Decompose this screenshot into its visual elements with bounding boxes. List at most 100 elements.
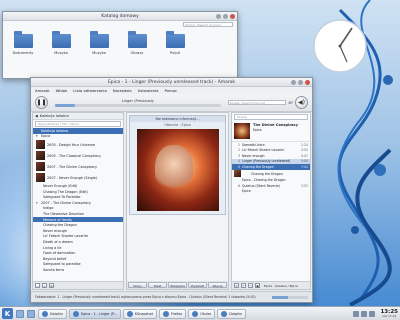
app-icon [162,310,169,317]
task-label: Dolphin [229,311,243,316]
folder-icon [127,31,147,48]
taskbar-task-button[interactable]: Okular [188,308,216,319]
folder-icon [165,31,185,48]
playlist-row[interactable]: 2 La' Fetach Shadre Lavarim 3:52 [232,148,310,154]
collection-tab-label[interactable]: Kolekcja lokalna [40,114,69,118]
collection-filter-input[interactable]: Wyszukiwanie / Filtr: Album [35,121,121,127]
task-label: Firefox [170,311,183,316]
folder-grid: Dokumenty Muzyka Muzyka Obrazy Pulpit [3,28,237,55]
dolphin-search-input[interactable]: Szukaj: [Search Source] [183,22,233,27]
menu-item[interactable]: Narzędzia [113,88,132,93]
menu-item[interactable]: Amarok [35,88,50,93]
collapse-icon[interactable]: − [35,283,40,288]
undo-icon[interactable]: ↶ [241,283,246,288]
folder-item[interactable]: Pulpit [163,31,187,55]
track-cover-thumb [234,170,241,177]
status-text: Odtwarzanie: 1 - Linger (Previously unre… [35,295,256,299]
tree-row-label: 2007 - Never Enough (Single) [47,175,98,180]
folder-item[interactable]: Muzyka [49,31,73,55]
app-icon [42,310,48,317]
back-icon[interactable]: ◀ [35,114,38,118]
playlist-row[interactable]: 1 Samadhi-Intro 1:24 [232,142,310,148]
folder-icon [51,31,71,48]
tree-row-label: 2005 - The Classical Conspiracy [47,153,102,158]
volume-button[interactable]: ◀) [295,96,308,109]
playlist-row[interactable]: Chasing the Dragon [232,170,310,178]
redo-icon[interactable]: ↷ [248,283,253,288]
playlist-num: 6 [237,183,240,188]
playlist-title: Epica [242,189,251,194]
toolbar-search-input[interactable]: Szukaj: [Search Source] [227,100,286,105]
context-tab[interactable]: Więcej [208,282,227,288]
context-tab[interactable]: Tekst [148,282,167,288]
playlist-search-input[interactable]: Szukaj [234,114,308,120]
track-progress-fill [55,103,75,107]
menu-item[interactable]: Widok [56,88,68,93]
tree-row-label: Safeguard To Paradise [43,195,81,200]
playlist-row[interactable]: 6 Quietus (Silent Reverie) 3:52 [232,183,310,189]
minimize-button[interactable] [216,14,221,19]
collection-browser-panel: ◀ Kolekcja lokalna Wyszukiwanie / Filtr:… [32,112,124,290]
now-playing-title: Linger (Previously [121,98,154,103]
menu-item[interactable]: Pomoc [165,88,178,93]
collection-tree-row[interactable]: 2005 - Design Your Universe [33,139,123,150]
battery-icon[interactable] [369,310,376,317]
collection-tree-row[interactable]: 2005 - The Classical Conspiracy [33,150,123,161]
minimize-button[interactable] [291,80,296,85]
collection-tree-row[interactable]: 2007 - Never Enough (Single) [33,172,123,183]
taskbar-task-button[interactable]: Dolphin [38,308,68,319]
track-progress-slider[interactable] [55,103,221,107]
status-progress [272,295,308,299]
menu-item[interactable]: Lista odtwarzania [73,88,107,93]
menu-item[interactable]: Ustawienia [138,88,159,93]
taskbar-task-button[interactable]: Epica - 1 - Linger (P... [69,308,121,319]
folder-item[interactable]: Dokumenty [11,31,35,55]
system-tray: 13:25 sob 17.04 [353,309,398,318]
wall-clock-widget [313,19,367,73]
tree-row-label: Beyond belief [43,256,67,261]
clock[interactable]: 13:25 sob 17.04 [380,309,398,318]
album-art-image [136,129,219,211]
taskbar-task-button[interactable]: Dolphin [217,308,247,319]
tree-row-label: Sancta terra [43,267,64,272]
close-button[interactable] [305,80,310,85]
playlist-row[interactable]: 4 Linger (Previously unreleased) 5:00 [232,158,310,164]
kmenu-button[interactable]: K [2,308,13,319]
amarok-window[interactable]: Epica - 1 - Linger (Previously unrelease… [30,77,313,303]
amarok-titlebar[interactable]: Epica - 1 - Linger (Previously unrelease… [31,78,312,87]
tree-row-label: 2007 - The Divine Conspiracy [47,164,98,169]
folder-item[interactable]: Muzyka [87,31,111,55]
clear-playlist-icon[interactable]: ✕ [234,283,239,288]
playlist-row[interactable]: 3 Never enough 4:47 [232,153,310,159]
taskbar-task-button[interactable]: Firefox [158,308,187,319]
maximize-button[interactable] [223,14,228,19]
tree-row-label: Menace of Vanity [43,217,73,222]
tree-row-label: Epica [41,134,51,139]
playlist-row[interactable]: 5 Chasing the Dragon 7:41 [232,164,310,170]
dolphin-window[interactable]: Katalog domowy Szukaj: [Search Source] D… [2,11,238,79]
playlist-row[interactable]: Epica [232,189,310,195]
settings-icon[interactable]: ⚙ [49,283,54,288]
folder-item[interactable]: Obrazy [125,31,149,55]
network-icon[interactable] [353,310,360,317]
tree-row-label: 2007 - The Divine Conspiracy [41,200,92,205]
tree-row-label: Safeguard to paradise [43,262,81,267]
close-button[interactable] [230,14,235,19]
collection-tree-row[interactable]: Sancta terra [33,267,123,273]
dolphin-titlebar[interactable]: Katalog domowy [3,12,237,21]
pager-icon[interactable] [27,309,35,318]
tree-row-label: Living a lie [43,245,62,250]
collection-tree-row[interactable]: 2007 - The Divine Conspiracy [33,161,123,172]
context-tab[interactable]: Nowy [128,282,147,288]
save-playlist-icon[interactable]: ▣ [255,283,260,288]
desktop-icon[interactable] [16,309,24,318]
playlist-length: 3:52 [300,148,308,153]
context-tab[interactable]: Wikipedia [168,282,187,288]
play-pause-button[interactable]: ❚❚ [35,96,48,109]
volume-tray-icon[interactable] [361,310,368,317]
context-tab[interactable]: Wyświetl [188,282,207,288]
maximize-button[interactable] [298,80,303,85]
folder-label: Muzyka [92,51,106,55]
expand-icon[interactable]: + [42,283,47,288]
taskbar-task-button[interactable]: KSnapshot [122,308,157,319]
